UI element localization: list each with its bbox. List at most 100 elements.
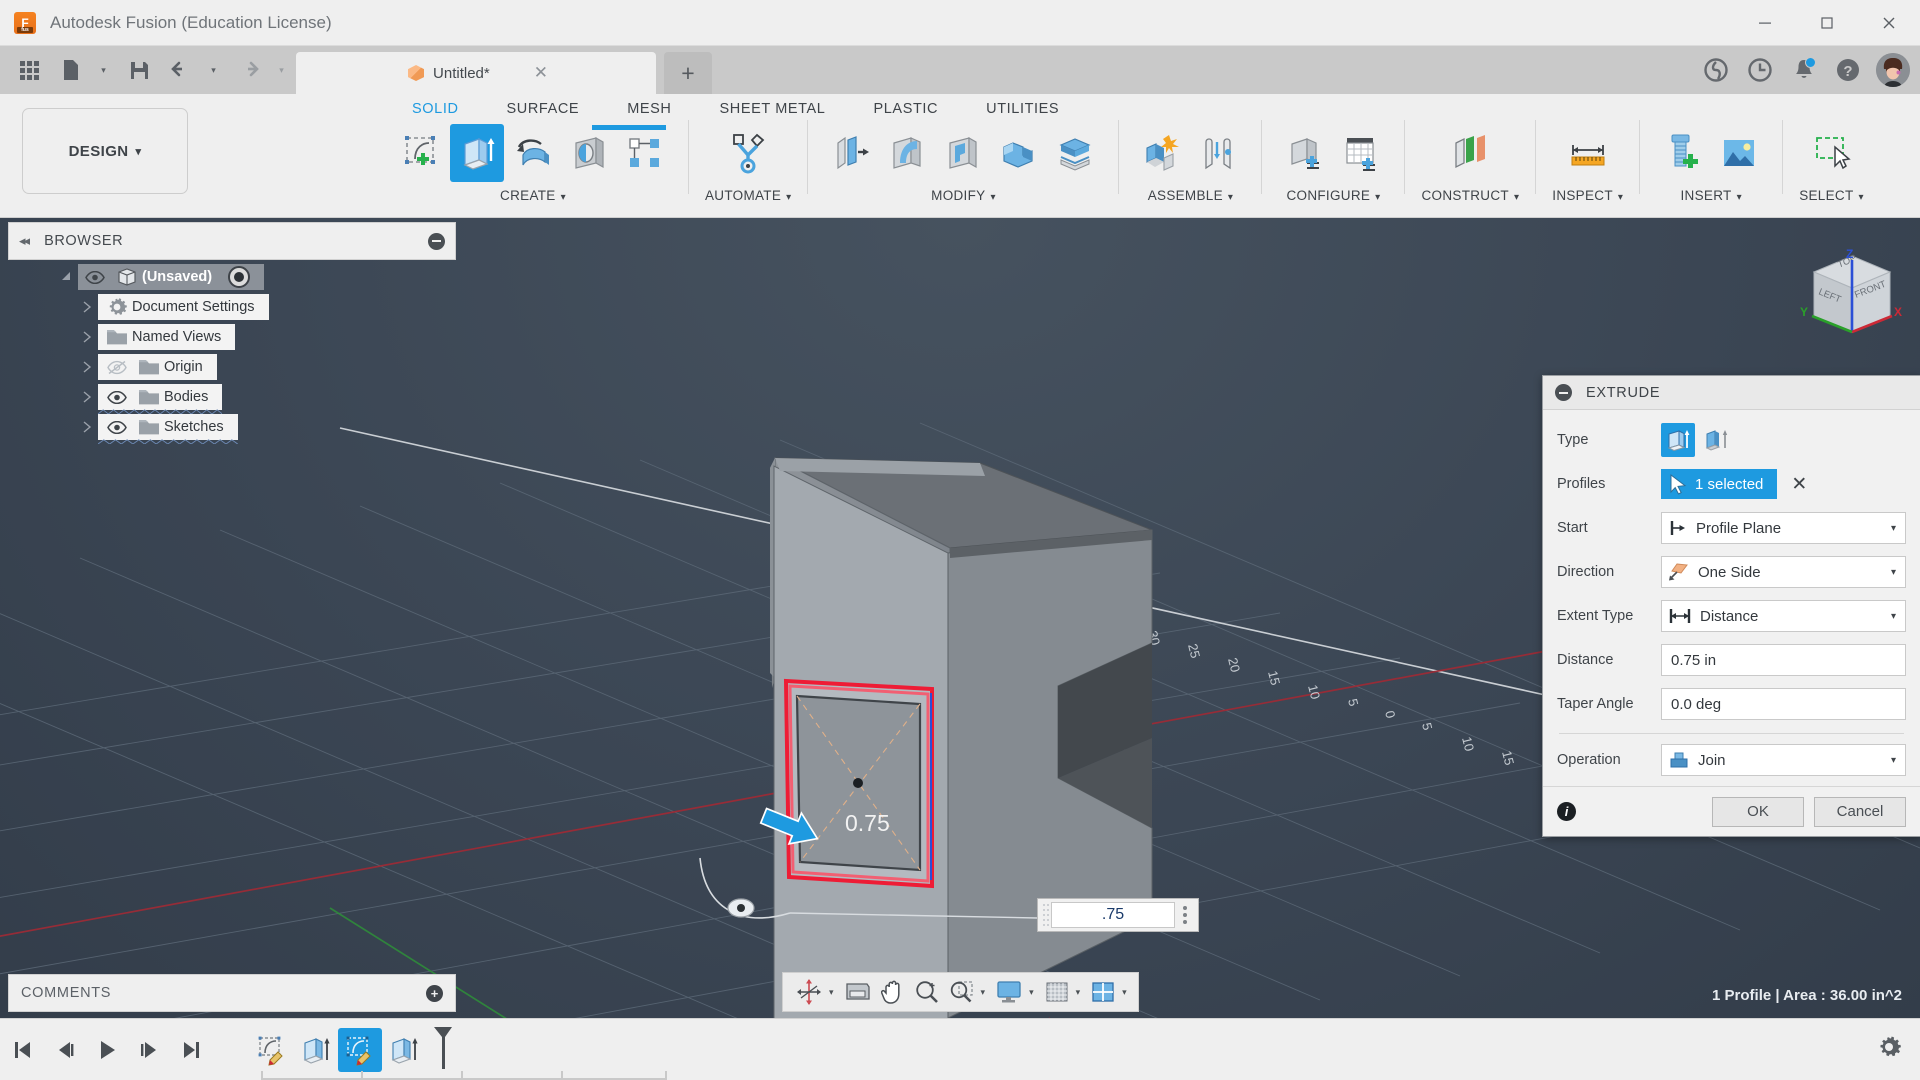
new-file-icon[interactable] bbox=[50, 46, 92, 94]
expand-arrow-icon[interactable] bbox=[56, 271, 78, 283]
zoom-icon[interactable] bbox=[910, 975, 944, 1009]
tree-node-document-settings[interactable]: Document Settings bbox=[8, 292, 456, 322]
combine-icon[interactable] bbox=[992, 124, 1046, 182]
ribbon-group-label-assemble[interactable]: ASSEMBLE ▾ bbox=[1148, 188, 1234, 203]
undo-icon[interactable] bbox=[160, 46, 202, 94]
tree-node-unsaved[interactable]: (Unsaved) bbox=[8, 262, 456, 292]
extrude-thin-icon[interactable] bbox=[1699, 423, 1733, 457]
fillet-icon[interactable] bbox=[880, 124, 934, 182]
hole-icon[interactable] bbox=[562, 124, 616, 182]
ok-button[interactable]: OK bbox=[1712, 796, 1804, 827]
ribbon-group-label-select[interactable]: SELECT ▾ bbox=[1799, 188, 1864, 203]
play-icon[interactable] bbox=[94, 1035, 120, 1065]
expand-arrow-icon[interactable] bbox=[76, 421, 98, 433]
document-tab-untitled[interactable]: Untitled* ✕ bbox=[296, 52, 656, 94]
display-settings-icon[interactable] bbox=[991, 975, 1027, 1009]
timeline-settings-gear-icon[interactable] bbox=[1876, 1034, 1902, 1065]
ribbon-tab-mesh[interactable]: MESH bbox=[603, 94, 695, 122]
timeline-end-marker-handle[interactable] bbox=[430, 1023, 456, 1076]
automate-icon[interactable] bbox=[721, 124, 775, 182]
tree-node-named-views[interactable]: Named Views bbox=[8, 322, 456, 352]
select-window-icon[interactable] bbox=[1805, 124, 1859, 182]
viewports-icon[interactable] bbox=[1086, 975, 1120, 1009]
new-sketch-icon[interactable] bbox=[394, 124, 448, 182]
ribbon-group-label-insert[interactable]: INSERT ▾ bbox=[1681, 188, 1742, 203]
go-to-end-icon[interactable] bbox=[178, 1035, 204, 1065]
data-panel-icon[interactable] bbox=[1696, 46, 1736, 94]
ribbon-group-label-inspect[interactable]: INSPECT ▾ bbox=[1552, 188, 1623, 203]
taper-angle-input[interactable]: 0.0 deg bbox=[1661, 688, 1906, 720]
visibility-eye-icon[interactable] bbox=[100, 390, 134, 404]
help-icon[interactable]: ? bbox=[1828, 46, 1868, 94]
user-avatar[interactable] bbox=[1876, 53, 1910, 87]
distance-input[interactable]: 0.75 in bbox=[1661, 644, 1906, 676]
zoom-window-icon[interactable] bbox=[945, 975, 979, 1009]
ribbon-tab-plastic[interactable]: PLASTIC bbox=[849, 94, 962, 122]
expand-arrow-icon[interactable] bbox=[76, 301, 98, 313]
ribbon-tab-sheet-metal[interactable]: SHEET METAL bbox=[696, 94, 850, 122]
job-status-clock-icon[interactable] bbox=[1740, 46, 1780, 94]
dimension-value-input-box[interactable]: .75 bbox=[1037, 898, 1199, 932]
activate-component-radio[interactable] bbox=[228, 266, 251, 288]
comments-panel[interactable]: COMMENTS + bbox=[8, 974, 456, 1012]
measure-icon[interactable] bbox=[1561, 124, 1615, 182]
close-window-button[interactable] bbox=[1858, 0, 1920, 46]
timeline-extrude-1-icon[interactable] bbox=[294, 1028, 338, 1072]
minimize-button[interactable] bbox=[1734, 0, 1796, 46]
redo-dropdown-caret-icon[interactable]: ▾ bbox=[270, 46, 296, 94]
visibility-eye-icon[interactable] bbox=[78, 270, 112, 284]
extrude-dialog[interactable]: EXTRUDE Type Profiles 1 selected ✕ Start… bbox=[1542, 375, 1920, 837]
tree-node-bodies[interactable]: Bodies bbox=[8, 382, 456, 414]
close-document-tab-button[interactable]: ✕ bbox=[534, 63, 548, 83]
notifications-bell-icon[interactable] bbox=[1784, 46, 1824, 94]
grid-snap-icon[interactable] bbox=[1040, 975, 1074, 1009]
new-document-tab-button[interactable]: + bbox=[664, 52, 712, 94]
direction-combo[interactable]: One Side ▾ bbox=[1661, 556, 1906, 588]
add-comment-button[interactable]: + bbox=[426, 984, 443, 1002]
expand-arrow-icon[interactable] bbox=[76, 391, 98, 403]
ribbon-tab-solid[interactable]: SOLID bbox=[388, 94, 483, 122]
tree-node-origin[interactable]: Origin bbox=[8, 352, 456, 382]
viewports-dropdown-caret-icon[interactable]: ▾ bbox=[1122, 987, 1127, 998]
zoom-window-dropdown-caret-icon[interactable]: ▾ bbox=[981, 987, 986, 998]
value-box-options-icon[interactable] bbox=[1175, 906, 1195, 924]
extrude-icon[interactable] bbox=[450, 124, 504, 182]
timeline-extrude-2-icon[interactable] bbox=[382, 1028, 426, 1072]
value-box-grip-icon[interactable] bbox=[1041, 901, 1051, 929]
step-backward-icon[interactable] bbox=[52, 1035, 78, 1065]
orbit-dropdown-caret-icon[interactable]: ▾ bbox=[829, 987, 834, 998]
maximize-button[interactable] bbox=[1796, 0, 1858, 46]
tree-node-sketches[interactable]: Sketches bbox=[8, 412, 456, 444]
split-face-icon[interactable] bbox=[1048, 124, 1102, 182]
go-to-beginning-icon[interactable] bbox=[10, 1035, 36, 1065]
visibility-eye-off-icon[interactable] bbox=[100, 360, 134, 375]
undo-dropdown-caret-icon[interactable]: ▾ bbox=[202, 46, 228, 94]
offset-plane-icon[interactable] bbox=[1443, 124, 1497, 182]
grid-snap-dropdown-caret-icon[interactable]: ▾ bbox=[1076, 987, 1081, 998]
info-icon[interactable]: i bbox=[1557, 802, 1576, 821]
new-file-dropdown-caret-icon[interactable]: ▾ bbox=[92, 46, 118, 94]
display-settings-dropdown-caret-icon[interactable]: ▾ bbox=[1029, 987, 1034, 998]
redo-icon[interactable] bbox=[228, 46, 270, 94]
timeline-sketch-2-icon[interactable] bbox=[338, 1027, 382, 1072]
press-pull-icon[interactable] bbox=[824, 124, 878, 182]
cancel-button[interactable]: Cancel bbox=[1814, 796, 1906, 827]
new-component-icon[interactable] bbox=[1135, 124, 1189, 182]
clear-selection-button[interactable]: ✕ bbox=[1791, 473, 1807, 496]
start-combo[interactable]: Profile Plane ▾ bbox=[1661, 512, 1906, 544]
browser-collapse-icon[interactable]: ◂◂ bbox=[19, 233, 30, 249]
insert-mcmaster-icon[interactable] bbox=[1656, 124, 1710, 182]
pattern-icon[interactable] bbox=[618, 124, 672, 182]
look-at-icon[interactable] bbox=[840, 975, 876, 1009]
view-cube[interactable]: TOP LEFT FRONT X Y Z bbox=[1790, 236, 1910, 356]
step-forward-icon[interactable] bbox=[136, 1035, 162, 1065]
extent-type-dropdown-caret-icon[interactable]: ▾ bbox=[1891, 611, 1896, 622]
ribbon-group-label-modify[interactable]: MODIFY ▾ bbox=[931, 188, 996, 203]
ribbon-tab-surface[interactable]: SURFACE bbox=[483, 94, 604, 122]
app-grid-icon[interactable] bbox=[8, 46, 50, 94]
insert-image-icon[interactable] bbox=[1712, 124, 1766, 182]
distance-value-input[interactable]: .75 bbox=[1051, 902, 1175, 928]
configuration-table-icon[interactable] bbox=[1334, 124, 1388, 182]
ribbon-group-label-configure[interactable]: CONFIGURE ▾ bbox=[1286, 188, 1380, 203]
direction-dropdown-caret-icon[interactable]: ▾ bbox=[1891, 567, 1896, 578]
